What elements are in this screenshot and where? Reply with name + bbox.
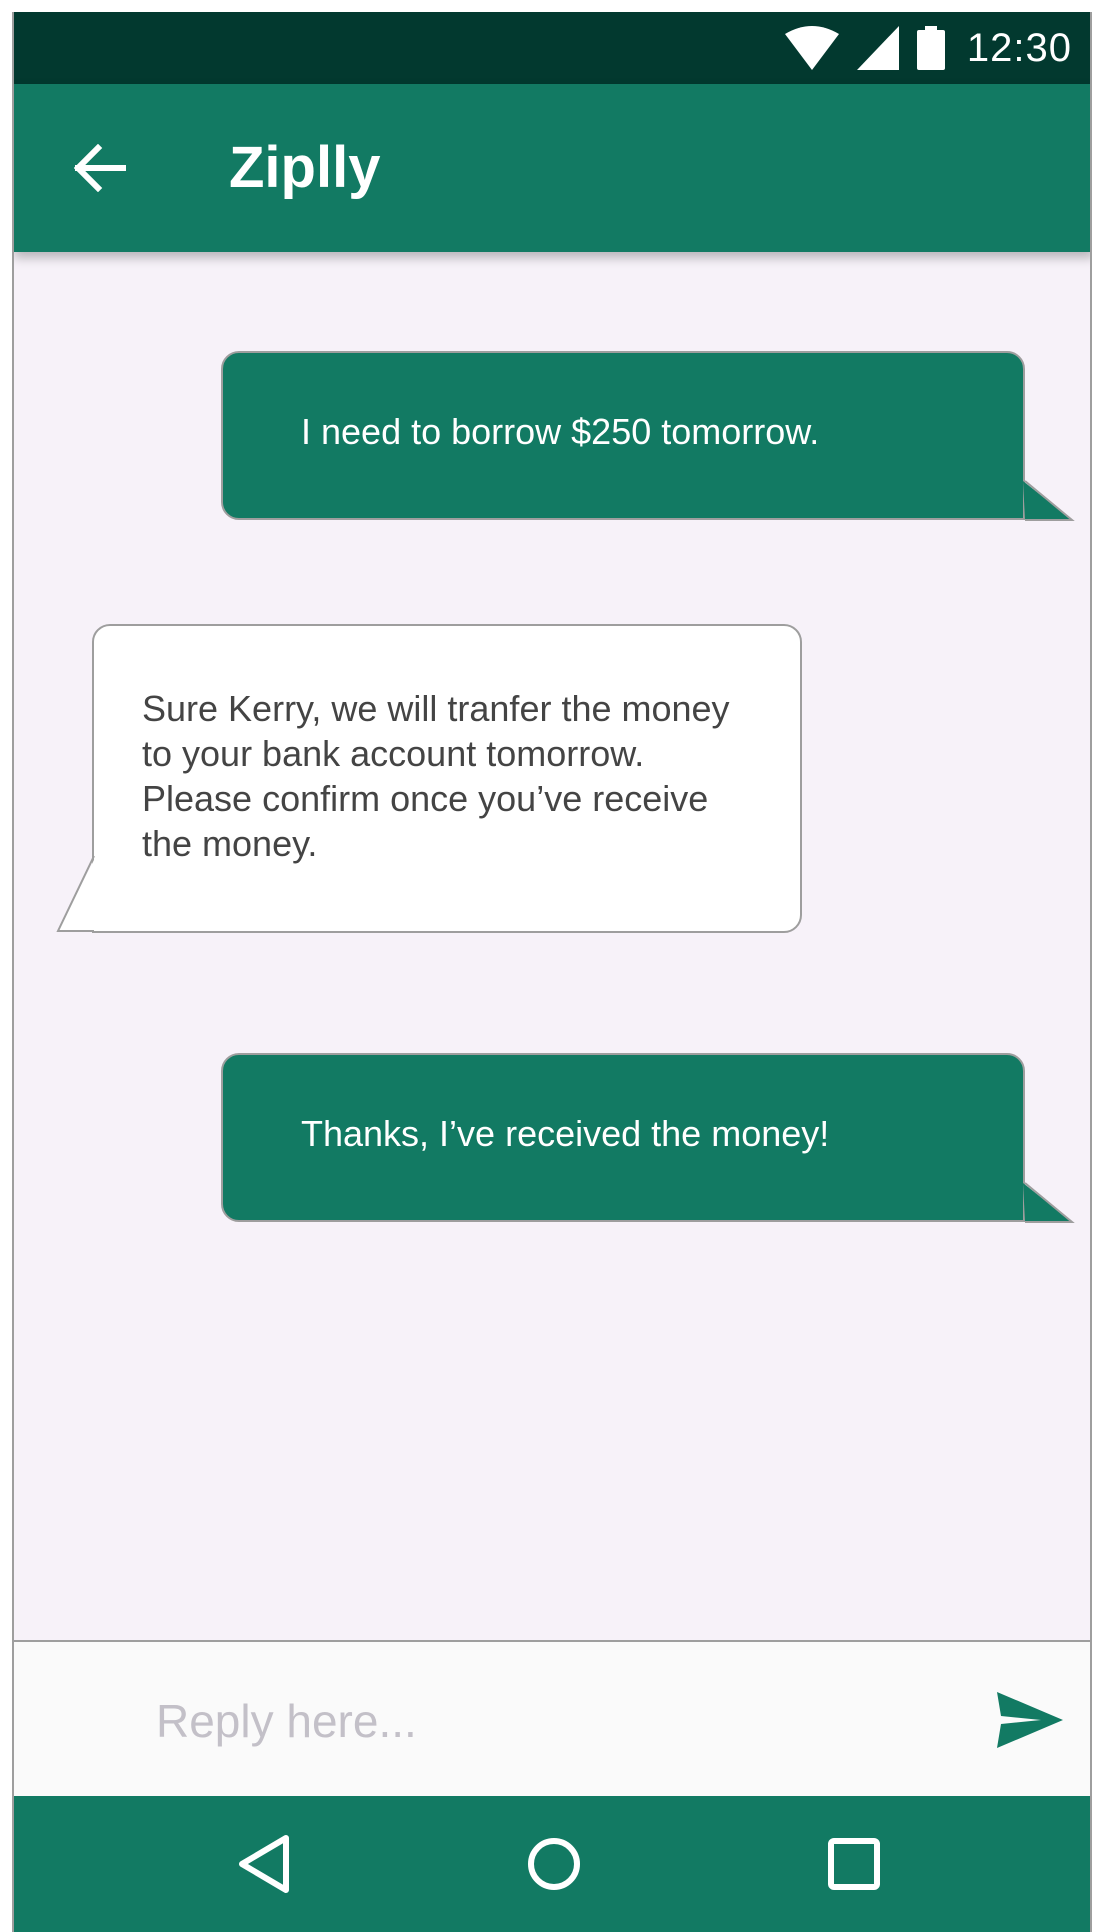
message-line: Please confirm once you’ve receive: [142, 778, 709, 819]
reply-bar: [14, 1640, 1090, 1796]
nav-recents-button[interactable]: [806, 1816, 902, 1912]
back-triangle-icon: [239, 1835, 289, 1893]
cellular-signal-icon: [856, 26, 899, 70]
message-line: to your bank account tomorrow.: [142, 733, 645, 774]
page-title: Ziplly: [229, 135, 381, 200]
nav-back-button[interactable]: [216, 1816, 312, 1912]
system-nav-bar: [14, 1796, 1090, 1932]
bubble-tail: [1023, 480, 1075, 521]
message-line: Sure Kerry, we will tranfer the money: [142, 688, 730, 729]
reply-input[interactable]: [154, 1672, 958, 1770]
recents-square-icon: [828, 1838, 880, 1890]
battery-icon: [916, 26, 945, 70]
home-circle-icon: [528, 1838, 580, 1890]
status-bar: 12:30: [14, 12, 1090, 84]
send-icon: [997, 1692, 1063, 1748]
status-time: 12:30: [966, 25, 1072, 70]
message-line: the money.: [142, 823, 318, 864]
bubble-tail: [56, 855, 96, 932]
message-text: I need to borrow $250 tomorrow.: [301, 411, 820, 452]
message-text: Thanks, I’ve received the money!: [301, 1113, 830, 1154]
phone-screen: 12:30 Ziplly I need to borrow $250 tomor…: [12, 12, 1092, 1932]
app-bar: Ziplly: [14, 84, 1090, 252]
outgoing-message-bubble: Thanks, I’ve received the money!: [221, 1053, 1025, 1222]
incoming-message-bubble: Sure Kerry, we will tranfer the money to…: [92, 624, 802, 933]
message-text: Sure Kerry, we will tranfer the money to…: [142, 686, 730, 866]
send-button[interactable]: [994, 1684, 1066, 1756]
nav-home-button[interactable]: [506, 1816, 602, 1912]
arrow-left-icon: [74, 144, 126, 192]
status-icons: 12:30: [784, 12, 1072, 84]
back-button[interactable]: [58, 126, 142, 210]
outgoing-message-bubble: I need to borrow $250 tomorrow.: [221, 351, 1025, 520]
wifi-icon: [784, 26, 839, 70]
bubble-tail: [1023, 1182, 1075, 1223]
message-list: I need to borrow $250 tomorrow. Sure Ker…: [14, 252, 1090, 1640]
